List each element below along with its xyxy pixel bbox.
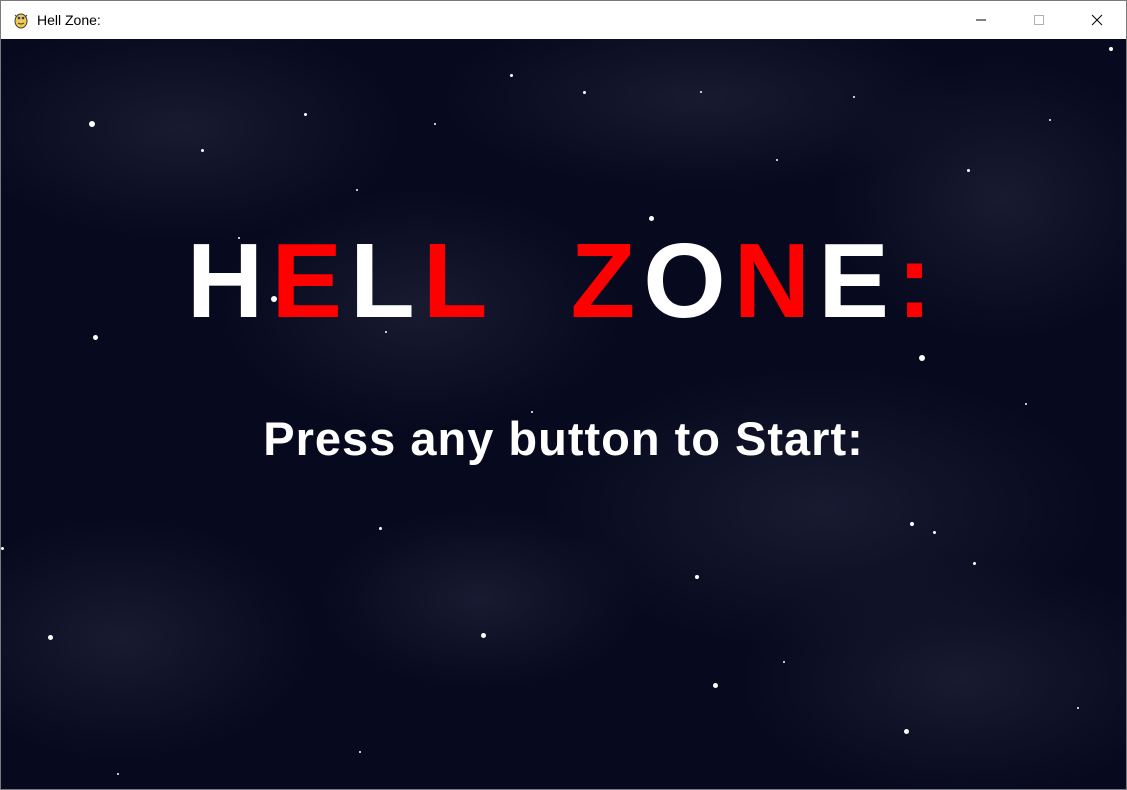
star <box>434 123 436 125</box>
title-bar[interactable]: Hell Zone: <box>1 1 1126 39</box>
star <box>853 96 855 98</box>
maximize-icon <box>1034 15 1044 25</box>
star <box>1025 403 1027 405</box>
star <box>1 547 4 550</box>
star <box>481 633 486 638</box>
title-letter: H <box>186 222 272 340</box>
game-window: Hell Zone: HELL ZONE: Press any button t… <box>0 0 1127 790</box>
title-letter <box>496 222 571 340</box>
title-letter: Z <box>570 222 644 340</box>
title-letter: O <box>643 222 734 340</box>
star <box>201 149 204 152</box>
pygame-snake-icon <box>14 13 28 29</box>
star <box>904 729 909 734</box>
close-button[interactable] <box>1068 1 1126 39</box>
star <box>700 91 702 93</box>
star <box>89 121 95 127</box>
start-prompt: Press any button to Start: <box>263 412 864 465</box>
title-letter: : <box>896 222 941 340</box>
star <box>1077 707 1079 709</box>
title-letter: L <box>422 222 496 340</box>
star <box>695 575 699 579</box>
star <box>356 189 358 191</box>
maximize-button[interactable] <box>1010 1 1068 39</box>
minimize-button[interactable] <box>952 1 1010 39</box>
star <box>713 683 718 688</box>
game-title: HELL ZONE: <box>1 221 1126 341</box>
star <box>1109 47 1113 51</box>
star <box>48 635 53 640</box>
star <box>933 531 936 534</box>
star <box>379 527 382 530</box>
star <box>1049 119 1051 121</box>
star <box>359 751 361 753</box>
minimize-icon <box>976 19 986 21</box>
star <box>919 355 925 361</box>
window-title: Hell Zone: <box>37 12 101 28</box>
star <box>910 522 914 526</box>
star <box>117 773 119 775</box>
title-letter: E <box>818 222 897 340</box>
close-icon <box>1091 14 1103 26</box>
title-letter: N <box>733 222 819 340</box>
star <box>776 159 778 161</box>
star <box>967 169 970 172</box>
title-letter: L <box>350 222 423 340</box>
star <box>304 113 307 116</box>
star <box>973 562 976 565</box>
star <box>583 91 586 94</box>
game-canvas[interactable]: HELL ZONE: Press any button to Start: <box>1 39 1126 789</box>
title-letter: E <box>271 222 351 340</box>
star <box>510 74 513 77</box>
star <box>783 661 785 663</box>
